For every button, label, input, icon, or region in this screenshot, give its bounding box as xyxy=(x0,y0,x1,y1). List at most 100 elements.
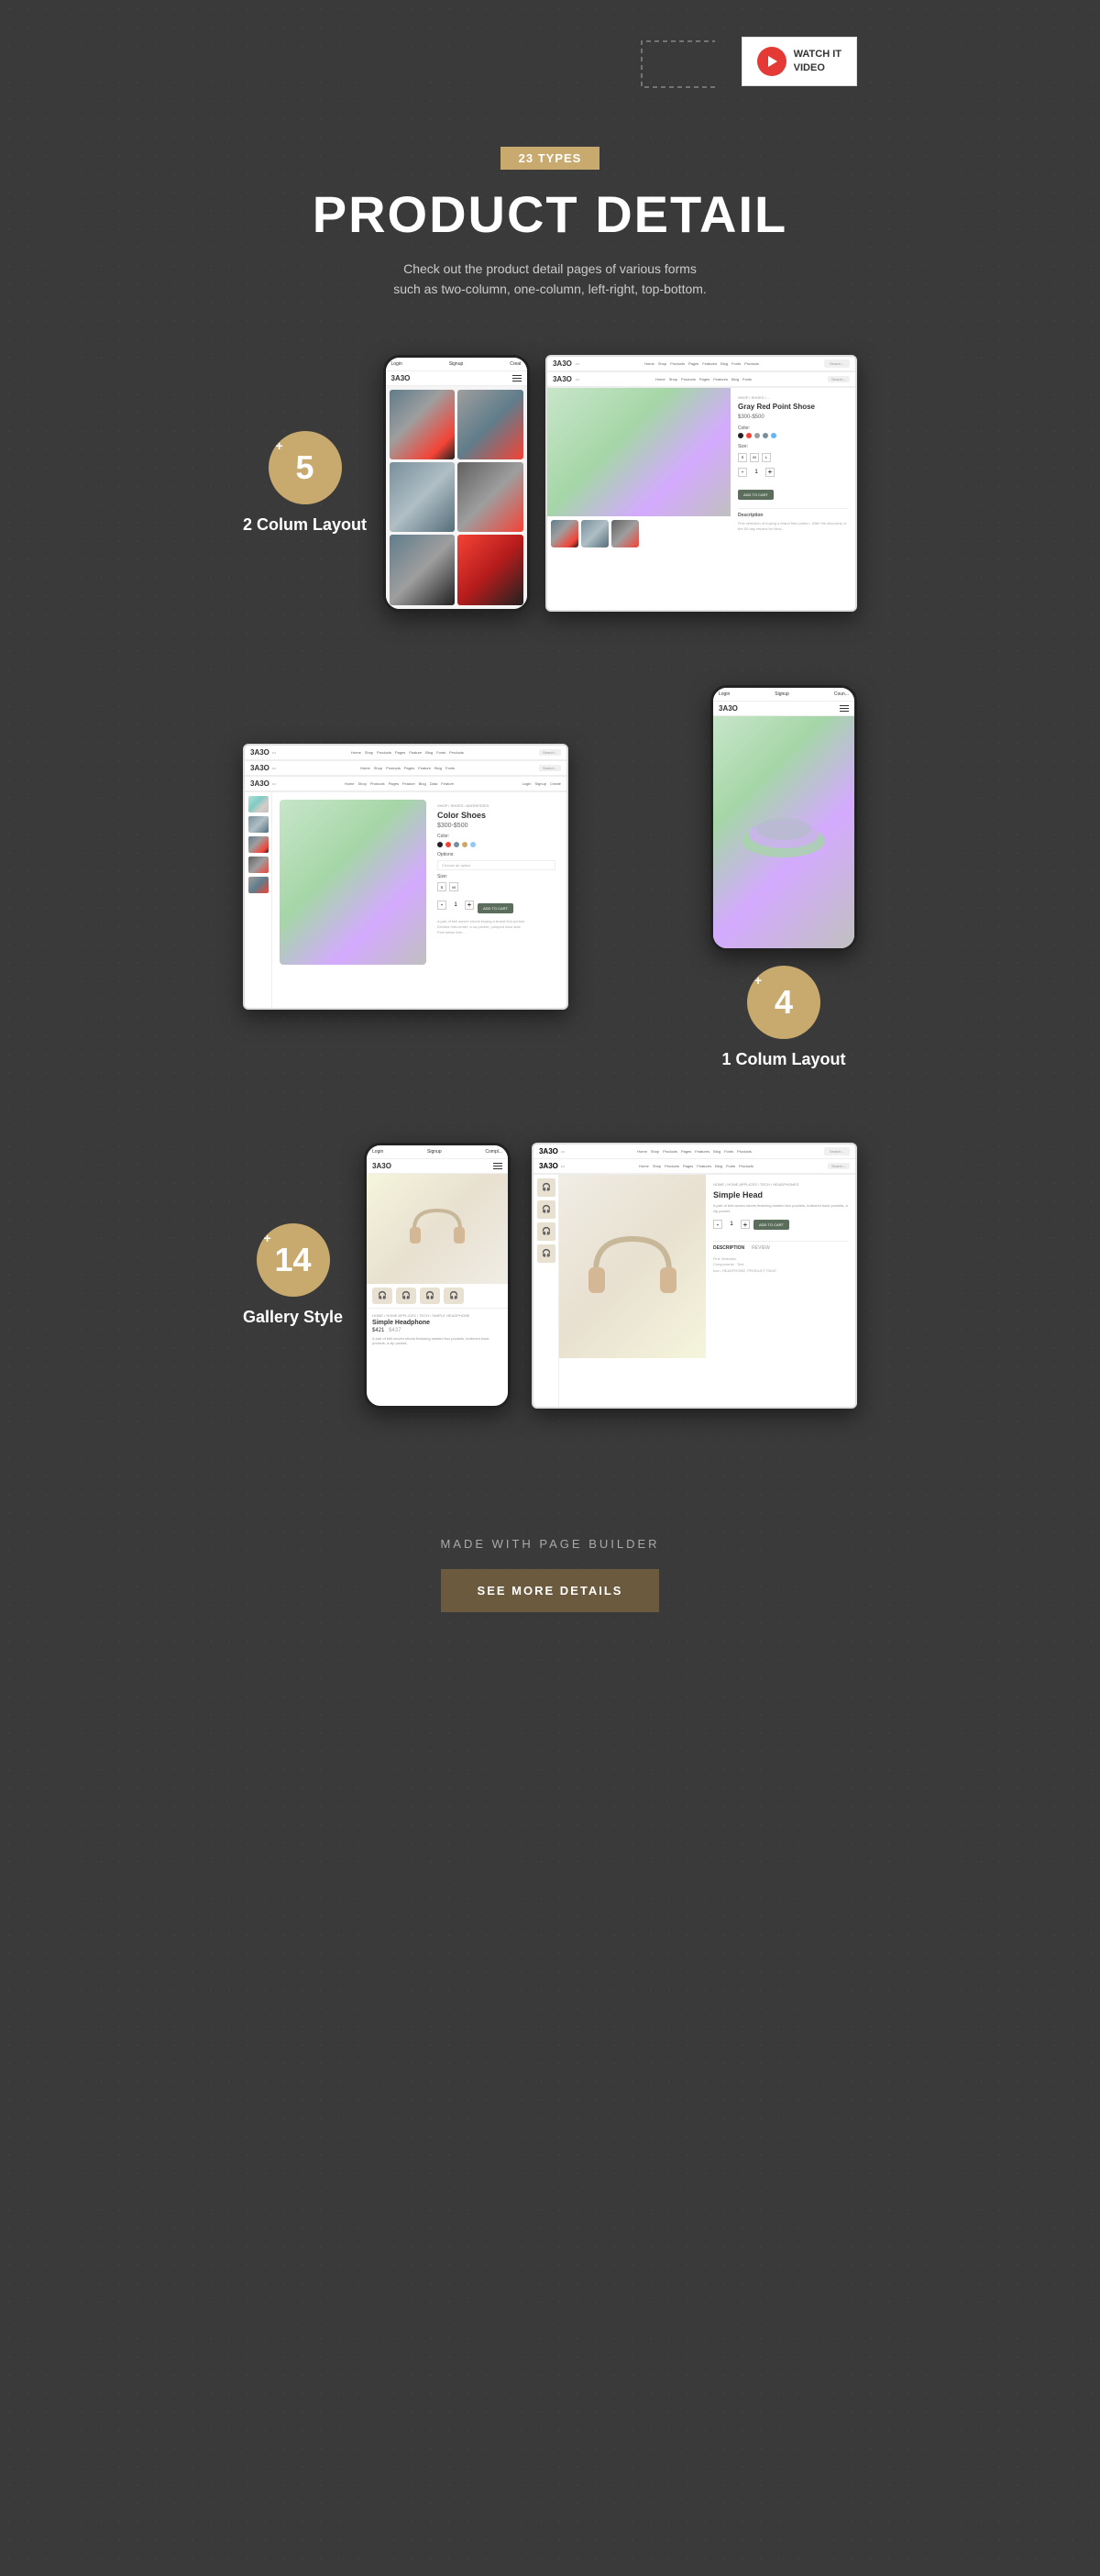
desktop-header-row2: 3A3O ••• Home Shop Products Pages Featur… xyxy=(547,372,855,387)
dh-main-content: 🎧 🎧 🎧 🎧 HOME / HOME APPLICES / TECH / HE… xyxy=(534,1175,855,1409)
size-m[interactable]: M xyxy=(750,453,759,462)
color-dot-gray xyxy=(754,433,760,438)
desktop-search-s2-2[interactable]: Search... xyxy=(539,765,561,771)
dh-tab-description[interactable]: DESCRIPTION xyxy=(713,1245,744,1251)
hp-product-title: Simple Headphone xyxy=(372,1320,502,1326)
phone-header-2col: Login Signup Creat xyxy=(386,358,527,371)
layout-label-gallery: + 14 Gallery Style xyxy=(243,1223,343,1327)
s2-size-s[interactable]: S xyxy=(437,882,446,891)
color-dot-black xyxy=(738,433,743,438)
qty-minus[interactable]: - xyxy=(738,468,747,477)
s2-product-main-img xyxy=(280,800,426,965)
size-l[interactable]: L xyxy=(762,453,771,462)
desktop-product-price: $300-$500 xyxy=(738,415,848,420)
section-title: PRODUCT DETAIL xyxy=(243,184,857,244)
phone-product-item-2 xyxy=(457,390,523,459)
desktop-header-row1: 3A3O ••• Home Shop Products Pages Featur… xyxy=(547,357,855,371)
s2-choose-option[interactable]: Choose an option xyxy=(437,860,556,870)
desktop-thumb-3 xyxy=(611,520,639,547)
add-to-cart-btn-1[interactable]: ADD TO CART xyxy=(738,490,774,500)
s2-right-side: Login Signup Coun... 3A3O xyxy=(710,685,857,1069)
s2-left-thumbs xyxy=(245,792,272,1010)
dh-thumb-3: 🎧 xyxy=(537,1222,556,1241)
desktop-content-2col: SHOP / SHOES / ... Gray Red Point Shose … xyxy=(547,388,855,612)
color-dot-light-blue xyxy=(771,433,776,438)
desktop-breadcrumb: SHOP / SHOES / ... xyxy=(738,395,848,400)
phone-product-item-3 xyxy=(390,462,456,532)
phone-nav-s2: 3A3O xyxy=(713,702,854,716)
s2-thumb-4 xyxy=(248,857,269,873)
phone-logo-s3: 3A3O xyxy=(372,1162,391,1170)
s2-size-m[interactable]: M xyxy=(449,882,458,891)
play-icon xyxy=(757,47,786,76)
quantity-control: - 1 + xyxy=(738,468,848,477)
section-1col-layout: 3A3O ••• Home Shop Products Pages Featur… xyxy=(243,685,857,1069)
dh-product-title: Simple Head xyxy=(713,1190,848,1200)
desktop-header-row3-s2: 3A3O ••• Home Shop Products Pages Featur… xyxy=(245,777,566,791)
phone-headphone-img xyxy=(367,1174,508,1284)
dh-qty-val: 1 xyxy=(726,1222,737,1227)
layout-label-1col: + 4 1 Colum Layout xyxy=(721,966,845,1069)
count-badge-gallery: + 14 xyxy=(257,1223,330,1297)
phone-product-grid-2col xyxy=(386,386,527,609)
s2-options-label: Options: xyxy=(437,852,556,857)
phone-nav-2col: 3A3O xyxy=(386,371,527,386)
layout-name-2col: 2 Colum Layout xyxy=(243,515,367,535)
dh-product-desc: A pair of bell-woven shorts featuring sl… xyxy=(713,1203,848,1214)
s2-qty-minus[interactable]: - xyxy=(437,901,446,910)
s2-size-label: Size: xyxy=(437,874,556,879)
phone-product-item-1 xyxy=(390,390,456,459)
desktop-product-title: Gray Red Point Shose xyxy=(738,403,848,411)
dh-thumb-1: 🎧 xyxy=(537,1178,556,1197)
phone-logo-s2: 3A3O xyxy=(719,704,738,713)
watch-video-button[interactable]: WATCH IT VIDEO xyxy=(742,37,857,86)
footer-cta: MADE WITH PAGE BUILDER SEE MORE DETAILS xyxy=(243,1482,857,1686)
hp-thumb-1: 🎧 xyxy=(372,1288,392,1304)
plus-sign-1col: + xyxy=(754,973,762,988)
dh-add-cart-btn[interactable]: ADD TO CART xyxy=(754,1220,789,1230)
color-dots-1 xyxy=(738,433,848,438)
s2-thumb-3 xyxy=(248,836,269,853)
desktop-search-s2-1[interactable]: Search... xyxy=(539,749,561,756)
watch-video-label: WATCH IT VIDEO xyxy=(794,48,842,76)
desktop-header-row2-s2: 3A3O ••• Home Shop Products Pages Featur… xyxy=(245,761,566,776)
see-more-button[interactable]: SEE MORE DETAILS xyxy=(441,1569,660,1612)
phone-logo-2col: 3A3O xyxy=(391,374,411,382)
dh-tab-review[interactable]: REVIEW xyxy=(752,1245,770,1251)
s2-add-to-cart[interactable]: ADD TO CART xyxy=(478,903,513,913)
desktop-search-1[interactable]: Search... xyxy=(824,359,850,368)
made-with-label: MADE WITH PAGE BUILDER xyxy=(243,1537,857,1551)
dh-search-2[interactable]: Search... xyxy=(828,1163,850,1169)
dh-search[interactable]: Search... xyxy=(824,1147,850,1155)
s2-qty-control: - 1 + ADD TO CART xyxy=(437,896,556,913)
count-number-2col: 5 xyxy=(295,448,314,487)
phone-header-s2: Login Signup Coun... xyxy=(713,688,854,702)
headphone-svg xyxy=(401,1192,474,1266)
size-s[interactable]: S xyxy=(738,453,747,462)
dh-thumb-4: 🎧 xyxy=(537,1244,556,1263)
layout-label-2col: + 5 2 Colum Layout xyxy=(243,431,367,535)
count-badge-2col: + 5 xyxy=(269,431,342,504)
dh-nav-row2: 3A3O ••• HomeShopProductsPagesFeaturesBl… xyxy=(534,1159,855,1174)
dh-qty-minus[interactable]: - xyxy=(713,1220,722,1229)
desktop-search-2[interactable]: Search... xyxy=(828,376,850,382)
s2-color-dot-1 xyxy=(437,842,443,847)
phone-product-item-6 xyxy=(457,535,523,604)
dh-nav-row1: 3A3O ••• HomeShopProductsPagesFeaturesBl… xyxy=(534,1144,855,1159)
phone-product-item-4 xyxy=(457,462,523,532)
color-dot-red xyxy=(746,433,752,438)
s2-qty-plus[interactable]: + xyxy=(465,901,474,910)
s2-thumb-1 xyxy=(248,796,269,813)
plus-sign-gallery: + xyxy=(264,1231,271,1245)
section-2col-layout: + 5 2 Colum Layout Login Signup Creat 3A… xyxy=(243,355,857,612)
desktop-thumb-1 xyxy=(551,520,578,547)
s2-color-dot-2 xyxy=(446,842,451,847)
phone-header-s3: Login Signup Compl... xyxy=(367,1145,508,1159)
phone-mockup-2col: Login Signup Creat 3A3O xyxy=(383,355,530,612)
phone-product-img-s2 xyxy=(713,716,854,948)
desktop-mockup-1col: 3A3O ••• Home Shop Products Pages Featur… xyxy=(243,744,568,1010)
dh-qty-plus[interactable]: + xyxy=(741,1220,750,1229)
qty-plus[interactable]: + xyxy=(765,468,775,477)
color-dot-blue-gray xyxy=(763,433,768,438)
hp-product-price: $421 $437 xyxy=(372,1328,502,1333)
